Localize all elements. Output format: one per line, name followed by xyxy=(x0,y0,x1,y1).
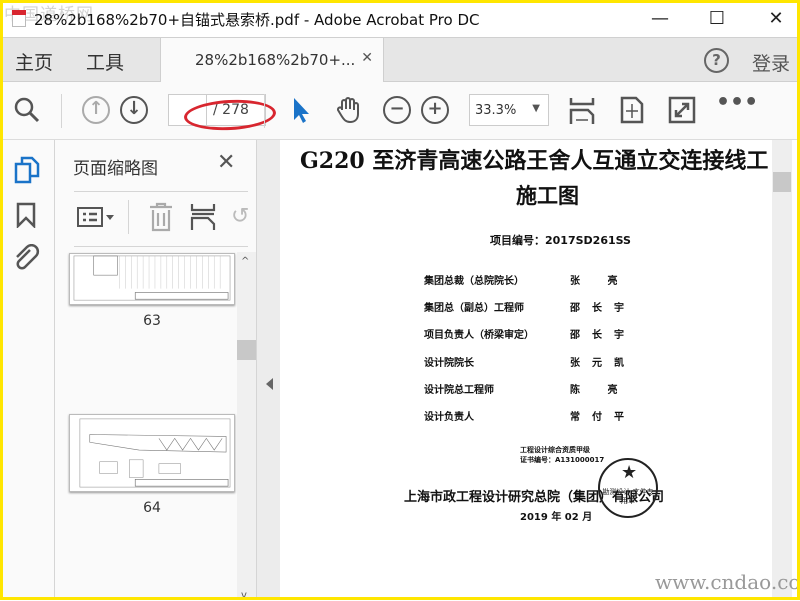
delete-icon[interactable] xyxy=(148,202,174,232)
panel-scrollbar[interactable]: ^ v xyxy=(237,252,256,601)
tab-document[interactable]: 28%2b168%2b70+... ✕ xyxy=(160,38,384,82)
signatory-row: 设计院总工程师陈 亮 xyxy=(424,381,617,396)
collapse-arrow-icon[interactable] xyxy=(266,378,273,390)
help-icon[interactable]: ? xyxy=(704,48,729,73)
document-subtitle: 施工图 xyxy=(516,184,579,208)
document-scrollbar[interactable] xyxy=(772,140,792,600)
bookmark-icon[interactable] xyxy=(16,202,36,228)
official-seal: 勘测设计 文件专用章 xyxy=(598,458,658,518)
signatory-name: 张元凯 xyxy=(570,358,636,369)
close-tab-icon[interactable]: ✕ xyxy=(361,50,373,66)
zoom-level-dropdown[interactable]: 33.3% ▼ xyxy=(469,94,549,126)
signatory-name: 邵长宇 xyxy=(570,330,636,341)
pdf-file-icon xyxy=(12,10,26,27)
divider xyxy=(128,200,129,234)
next-page-icon[interactable]: ↓ xyxy=(120,96,148,124)
minimize-button[interactable]: — xyxy=(645,8,675,29)
panel-scroll-thumb[interactable] xyxy=(237,340,256,360)
scroll-up-icon[interactable]: ^ xyxy=(241,256,249,267)
login-button[interactable]: 登录 xyxy=(752,49,790,76)
project-code: 项目编号：2017SD261SS xyxy=(490,234,631,247)
document-date: 2019 年 02 月 xyxy=(520,512,593,523)
panel-title: 页面缩略图 xyxy=(73,159,158,179)
left-icon-rail xyxy=(0,140,55,600)
signatory-role: 设计负责人 xyxy=(424,412,474,423)
select-cursor-icon[interactable] xyxy=(288,96,316,124)
thumbnail-options-icon[interactable] xyxy=(77,206,115,228)
zoom-in-icon[interactable]: + xyxy=(421,96,449,124)
signatory-role: 集团总（副总）工程师 xyxy=(424,303,524,314)
signatory-row: 集团总裁（总院院长）张 亮 xyxy=(424,272,617,287)
divider xyxy=(74,246,248,247)
maximize-button[interactable]: ☐ xyxy=(702,8,732,29)
title-bar: 中国道桥网 28%2b168%2b70+自锚式悬索桥.pdf - Adobe A… xyxy=(0,0,800,38)
toolbar-divider xyxy=(61,94,62,128)
signatory-name: 邵长宇 xyxy=(570,303,636,314)
chevron-down-icon: ▼ xyxy=(532,103,540,114)
signatory-row: 集团总（副总）工程师 邵长宇 xyxy=(424,299,624,314)
collapse-panel-strip[interactable] xyxy=(256,140,280,600)
zoom-level-value: 33.3% xyxy=(475,103,517,118)
thumbnail-page-number: 64 xyxy=(143,500,161,516)
hand-tool-icon[interactable] xyxy=(334,96,362,124)
divider xyxy=(74,191,248,192)
full-screen-icon[interactable] xyxy=(668,96,696,124)
insert-page-icon[interactable] xyxy=(190,202,216,232)
signatory-name: 张 亮 xyxy=(570,276,630,287)
tab-tools[interactable]: 工具 xyxy=(86,48,124,75)
document-scroll-thumb[interactable] xyxy=(773,172,791,192)
fit-width-icon[interactable] xyxy=(568,96,596,124)
toolbar: ↑ ↓ / 278 − + 33.3% ▼ ••• xyxy=(0,82,800,140)
thumbnail-page-number: 63 xyxy=(143,313,161,329)
thumbnails-panel: 页面缩略图 ✕ ↺ 63 64 xyxy=(55,140,256,600)
signatory-role: 设计院院长 xyxy=(424,358,474,369)
more-options-icon[interactable]: ••• xyxy=(716,90,758,118)
signatory-role: 设计院总工程师 xyxy=(424,385,494,396)
search-icon[interactable] xyxy=(13,96,41,124)
window-title: 28%2b168%2b70+自锚式悬索桥.pdf - Adobe Acrobat… xyxy=(34,11,480,29)
certificate-number: 证书编号：A131000017 xyxy=(520,456,605,464)
qualification-text: 工程设计综合资质甲级 xyxy=(520,446,590,454)
previous-page-icon[interactable]: ↑ xyxy=(82,96,110,124)
watermark-url: www.cndao.com xyxy=(655,570,800,594)
zoom-out-icon[interactable]: − xyxy=(383,96,411,124)
signatory-row: 设计院院长 张元凯 xyxy=(424,354,624,369)
close-panel-icon[interactable]: ✕ xyxy=(217,150,235,175)
signatory-name: 常付平 xyxy=(570,412,636,423)
attachment-icon[interactable] xyxy=(12,244,40,272)
page-thumbnails-icon[interactable] xyxy=(14,156,40,184)
signatory-role: 集团总裁（总院院长） xyxy=(424,276,524,287)
tab-bar: 主页 工具 28%2b168%2b70+... ✕ ? 登录 xyxy=(0,38,800,82)
document-title: G220 至济青高速公路王舍人互通立交连接线工 xyxy=(300,148,769,174)
document-tab-label: 28%2b168%2b70+... xyxy=(195,51,356,69)
signatory-role: 项目负责人（桥梁审定） xyxy=(424,330,534,341)
close-window-button[interactable]: ✕ xyxy=(761,8,791,29)
signatory-row: 设计负责人 常付平 xyxy=(424,408,624,423)
tab-home[interactable]: 主页 xyxy=(15,48,53,75)
signatory-row: 项目负责人（桥梁审定） 邵长宇 xyxy=(424,326,624,341)
document-page: G220 至济青高速公路王舍人互通立交连接线工 施工图 项目编号：2017SD2… xyxy=(280,140,772,600)
rotate-icon[interactable]: ↺ xyxy=(231,204,249,229)
toolbar-divider xyxy=(264,94,265,128)
signatory-name: 陈 亮 xyxy=(570,385,630,396)
page-thumbnail-64[interactable] xyxy=(69,414,235,492)
fit-page-icon[interactable] xyxy=(618,96,646,124)
page-thumbnail-63[interactable] xyxy=(69,253,235,305)
scroll-down-icon[interactable]: v xyxy=(241,590,247,601)
